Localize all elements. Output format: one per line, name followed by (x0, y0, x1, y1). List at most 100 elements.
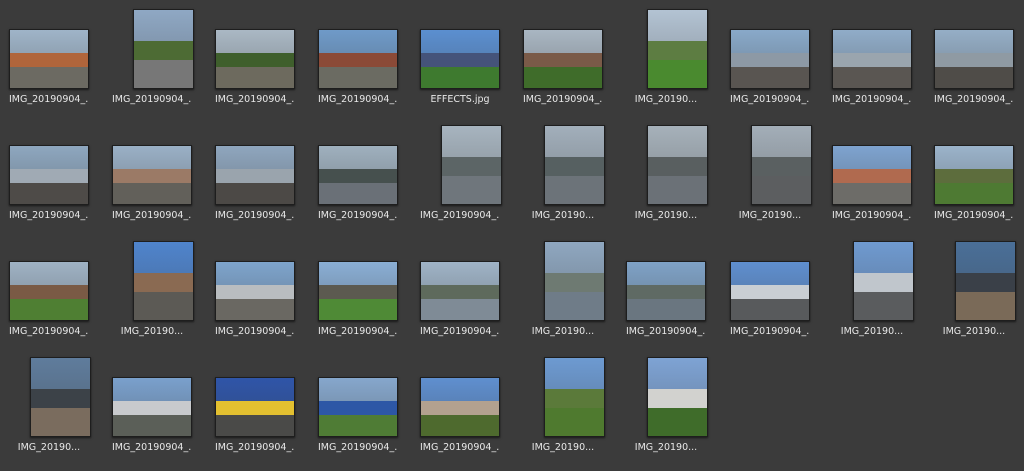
file-thumbnail[interactable] (420, 29, 500, 89)
file-thumbnail[interactable] (133, 241, 194, 321)
file-name-label: IMG_20190904_... (9, 326, 89, 337)
file-tile[interactable]: IMG_20190904_... (9, 124, 112, 239)
file-thumbnail[interactable] (647, 125, 708, 205)
file-name-label: IMG_20190904_... (318, 94, 398, 105)
file-thumbnail[interactable] (9, 145, 89, 205)
file-thumbnail[interactable] (647, 357, 708, 437)
file-name-label: IMG_20190... (120, 326, 184, 337)
file-tile[interactable]: IMG_20190904_... (112, 124, 215, 239)
file-tile[interactable]: IMG_20190904_... (730, 8, 833, 123)
file-name-label: IMG_20190... (738, 210, 802, 221)
file-thumbnail[interactable] (647, 9, 708, 89)
file-thumbnail[interactable] (441, 125, 502, 205)
file-tile[interactable]: IMG_20190... (934, 240, 1024, 355)
file-tile[interactable]: IMG_20190904_... (730, 240, 833, 355)
file-thumbnail[interactable] (420, 261, 500, 321)
file-name-label: IMG_20190... (634, 94, 698, 105)
thumbnail-ground (10, 67, 88, 88)
file-thumbnail[interactable] (934, 29, 1014, 89)
file-thumbnail[interactable] (318, 261, 398, 321)
file-tile[interactable]: IMG_20190904_... (9, 240, 112, 355)
thumbnail-ground (648, 407, 707, 436)
file-tile[interactable]: IMG_20190904_... (420, 240, 523, 355)
file-tile[interactable]: IMG_20190... (523, 356, 626, 471)
file-tile[interactable]: IMG_20190904_... (420, 124, 523, 239)
file-thumbnail[interactable] (215, 145, 295, 205)
thumbnail-subject (421, 53, 499, 68)
file-tile[interactable]: IMG_20190... (9, 356, 112, 471)
file-tile[interactable]: IMG_20190... (112, 240, 215, 355)
file-thumbnail[interactable] (934, 145, 1014, 205)
thumbnail-subject (10, 169, 88, 184)
file-tile[interactable]: IMG_20190... (626, 8, 729, 123)
file-thumbnail[interactable] (30, 357, 91, 437)
file-name-label: IMG_20190904_... (523, 94, 603, 105)
file-tile[interactable]: IMG_20190904_... (9, 8, 112, 123)
file-tile[interactable]: IMG_20190... (626, 356, 729, 471)
file-thumbnail[interactable] (215, 29, 295, 89)
file-name-label: IMG_20190... (942, 326, 1006, 337)
file-tile[interactable]: IMG_20190904_... (318, 240, 421, 355)
file-tile[interactable]: IMG_20190904_... (215, 124, 318, 239)
file-tile[interactable]: IMG_20190904_... (215, 240, 318, 355)
file-thumbnail[interactable] (626, 261, 706, 321)
file-name-label: IMG_20190904_... (112, 442, 192, 453)
file-tile[interactable]: IMG_20190904_... (626, 240, 729, 355)
file-tile[interactable]: IMG_20190904_... (318, 124, 421, 239)
file-tile[interactable]: IMG_20190904_... (112, 356, 215, 471)
thumbnail-ground (545, 291, 604, 320)
file-thumbnail[interactable] (318, 377, 398, 437)
file-thumbnail[interactable] (215, 261, 295, 321)
file-thumbnail[interactable] (523, 29, 603, 89)
file-tile[interactable]: IMG_20190904_... (934, 124, 1024, 239)
thumbnail-subject (833, 169, 911, 184)
file-tile[interactable]: IMG_20190904_... (832, 124, 935, 239)
file-tile[interactable]: IMG_20190... (832, 240, 935, 355)
thumbnail-subject (134, 273, 193, 293)
file-thumbnail[interactable] (112, 145, 192, 205)
file-tile[interactable]: EFFECTS.jpg (420, 8, 523, 123)
file-thumbnail[interactable] (9, 261, 89, 321)
file-name-label: IMG_20190904_... (215, 442, 295, 453)
file-tile[interactable]: IMG_20190... (730, 124, 833, 239)
file-thumbnail[interactable] (751, 125, 812, 205)
file-thumbnail[interactable] (730, 29, 810, 89)
file-tile[interactable]: IMG_20190904_... (420, 356, 523, 471)
file-thumbnail[interactable] (955, 241, 1016, 321)
file-tile[interactable]: IMG_20190... (523, 124, 626, 239)
file-thumbnail[interactable] (544, 241, 605, 321)
file-tile[interactable]: IMG_20190... (626, 124, 729, 239)
file-tile[interactable]: IMG_20190... (523, 240, 626, 355)
file-thumbnail[interactable] (112, 377, 192, 437)
file-thumbnail[interactable] (853, 241, 914, 321)
thumbnail-ground (421, 67, 499, 88)
thumbnail-ground (833, 183, 911, 204)
thumbnail-ground (421, 415, 499, 436)
thumbnail-subject (10, 285, 88, 300)
thumbnail-subject (216, 169, 294, 184)
file-tile[interactable]: IMG_20190904_... (112, 8, 215, 123)
thumbnail-ground (545, 175, 604, 204)
file-thumbnail[interactable] (420, 377, 500, 437)
file-thumbnail[interactable] (9, 29, 89, 89)
file-tile[interactable]: IMG_20190904_... (215, 356, 318, 471)
file-tile[interactable]: IMG_20190904_... (832, 8, 935, 123)
file-tile[interactable]: IMG_20190904_... (934, 8, 1024, 123)
thumbnail-subject (935, 169, 1013, 184)
file-thumbnail[interactable] (544, 125, 605, 205)
thumbnail-subject (545, 389, 604, 409)
file-thumbnail[interactable] (730, 261, 810, 321)
file-thumbnail[interactable] (544, 357, 605, 437)
file-thumbnail[interactable] (318, 145, 398, 205)
file-tile[interactable]: IMG_20190904_... (215, 8, 318, 123)
thumbnail-grid: IMG_20190904_... IMG_20190904_... IMG_2019… (0, 0, 1024, 463)
file-thumbnail[interactable] (832, 29, 912, 89)
file-thumbnail[interactable] (832, 145, 912, 205)
thumbnail-subject (113, 169, 191, 184)
file-thumbnail[interactable] (215, 377, 295, 437)
file-thumbnail[interactable] (133, 9, 194, 89)
file-tile[interactable]: IMG_20190904_... (318, 8, 421, 123)
file-thumbnail[interactable] (318, 29, 398, 89)
file-tile[interactable]: IMG_20190904_... (523, 8, 626, 123)
file-tile[interactable]: IMG_20190904_... (318, 356, 421, 471)
